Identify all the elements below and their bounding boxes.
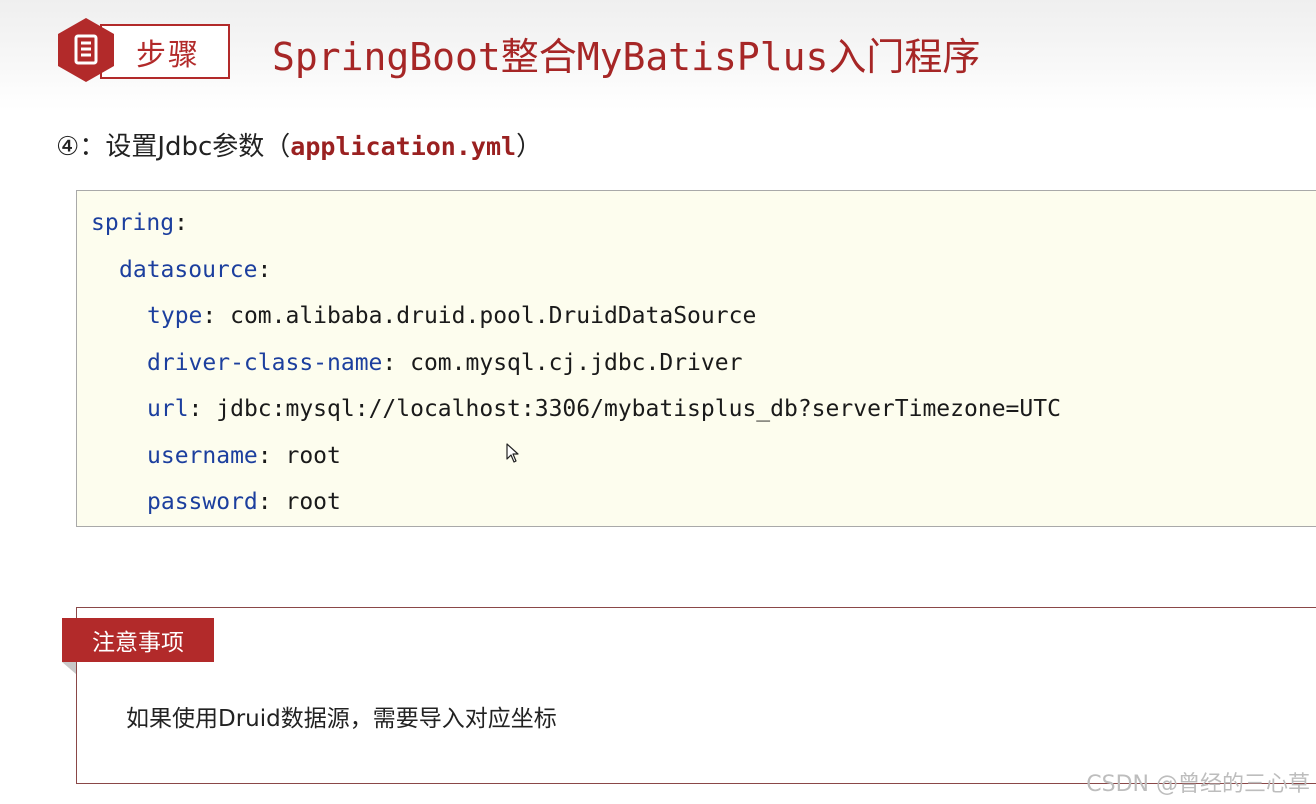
step-filename: application.yml [290, 132, 517, 161]
code-block: spring: datasource: type: com.alibaba.dr… [76, 190, 1316, 527]
code-sep: : [257, 443, 286, 469]
code-sep: : [382, 350, 411, 376]
code-value: com.mysql.cj.jdbc.Driver [410, 350, 743, 376]
step-label-box: 步骤 [100, 24, 230, 79]
code-line: spring: [91, 208, 188, 238]
code-key: username [147, 443, 258, 469]
code-key: url [147, 396, 189, 422]
code-line: datasource: [119, 255, 271, 285]
step-heading: ④：设置Jdbc参数（application.yml） [56, 126, 542, 163]
code-value: root [285, 443, 341, 469]
code-line: password: root [147, 487, 341, 517]
code-line: type: com.alibaba.druid.pool.DruidDataSo… [147, 301, 756, 331]
code-line: username: root [147, 441, 341, 471]
code-key: password [147, 489, 258, 515]
slide-page: 步骤 SpringBoot整合MyBatisPlus入门程序 ④：设置Jdbc参… [0, 0, 1316, 804]
code-value: root [285, 489, 341, 515]
step-label: 步骤 [136, 37, 200, 73]
code-sep: : [257, 257, 272, 283]
code-line: url: jdbc:mysql://localhost:3306/mybatis… [147, 394, 1061, 424]
step-number: ④ [56, 132, 80, 162]
code-sep: : [257, 489, 286, 515]
mouse-cursor-icon [506, 443, 519, 463]
step-suffix: ） [516, 132, 543, 162]
code-line: driver-class-name: com.mysql.cj.jdbc.Dri… [147, 348, 742, 378]
watermark: CSDN @曾经的三心草 [1086, 772, 1310, 797]
notice-tag-fold [62, 662, 76, 674]
notice-tag: 注意事项 [62, 618, 214, 662]
code-value: com.alibaba.druid.pool.DruidDataSource [230, 303, 757, 329]
code-sep: : [188, 396, 217, 422]
code-sep: : [202, 303, 231, 329]
code-sep: : [174, 210, 188, 236]
code-key: spring [91, 210, 175, 236]
notice-text: 如果使用Druid数据源，需要导入对应坐标 [126, 706, 557, 732]
step-prefix: ：设置Jdbc参数（ [79, 132, 291, 162]
document-icon [58, 18, 114, 82]
code-value: jdbc:mysql://localhost:3306/mybatisplus_… [216, 396, 1061, 422]
code-key: type [147, 303, 203, 329]
code-key: driver-class-name [147, 350, 383, 376]
notice-box [76, 607, 1316, 784]
page-title: SpringBoot整合MyBatisPlus入门程序 [272, 35, 981, 79]
code-key: datasource [119, 257, 258, 283]
